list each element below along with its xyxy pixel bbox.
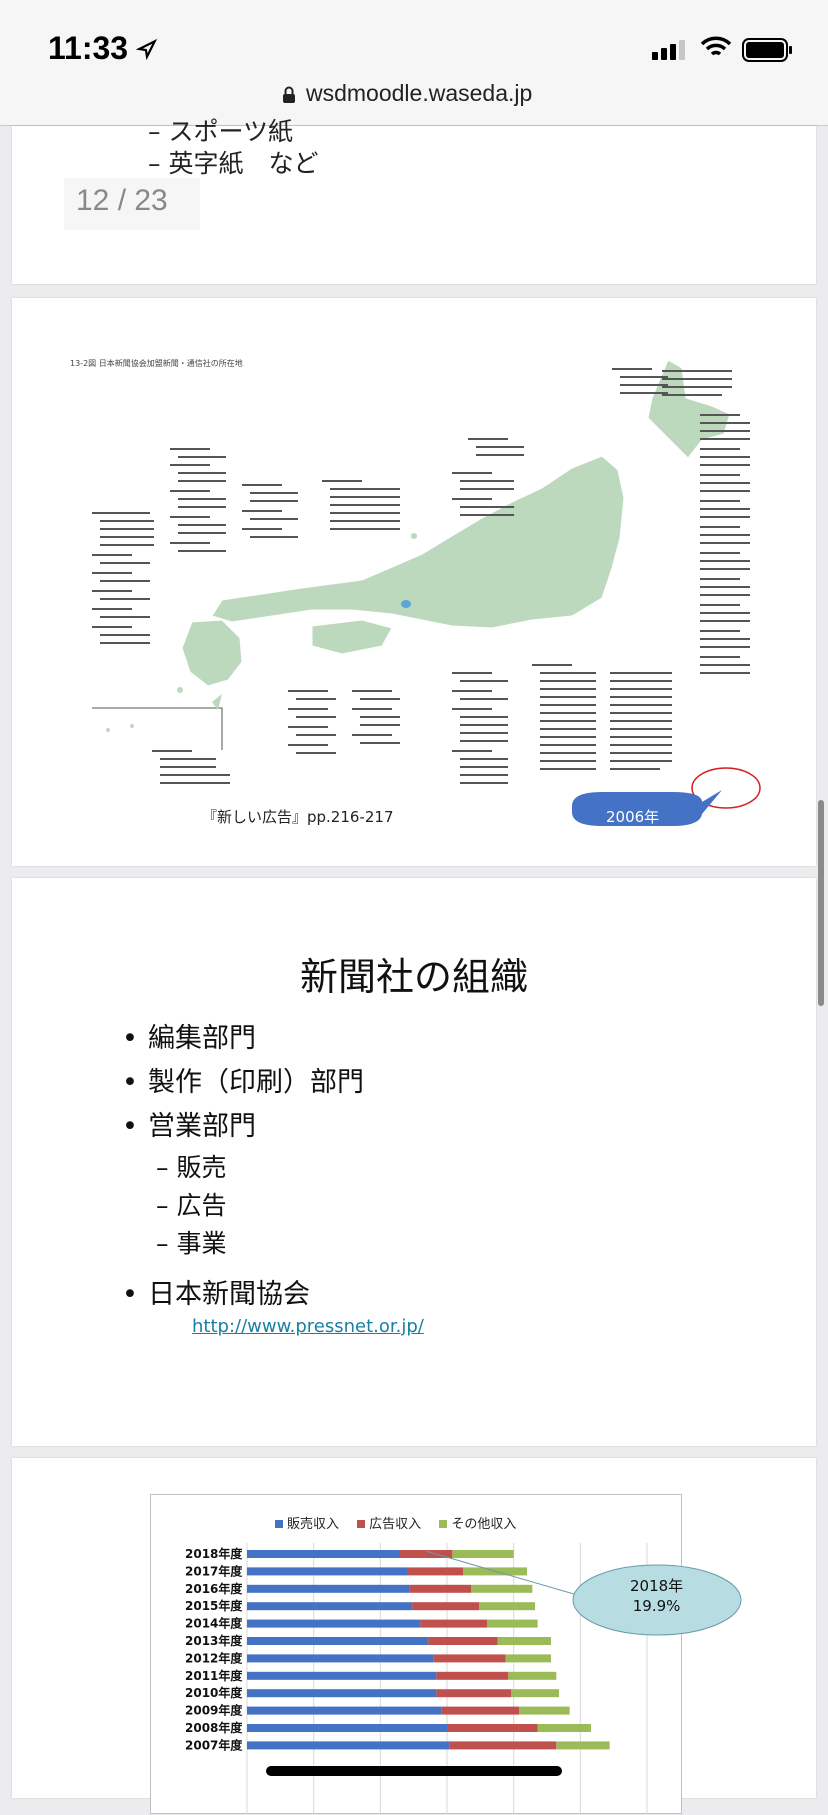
category-label: 2015年度 [185,1598,243,1613]
sub-item-advertising: – 広告 [156,1191,227,1220]
bar-segment [407,1567,463,1576]
sub-item-sales: – 販売 [156,1153,227,1182]
bullet-editorial: • 編集部門 [122,1023,256,1054]
address-bar-url[interactable]: wsdmoodle.waseda.jp [306,80,532,107]
bar-segment [511,1689,559,1698]
bar-segment [409,1584,471,1593]
bar-segment [247,1689,437,1698]
bar-segment [247,1550,399,1558]
bar-segment [247,1654,434,1663]
bar-segment [247,1602,413,1611]
pressnet-link[interactable]: http://www.pressnet.or.jp/ [192,1316,424,1337]
clock: 11:33 [48,30,129,66]
category-label: 2011年度 [185,1668,243,1683]
bar-segment [247,1724,447,1732]
text-english-paper: – 英字紙 など [148,149,319,178]
slide-revenue-chart: 販売収入 広告収入 その他収入 2018年度 2017年度 2016年度 2015年度… [12,1458,816,1815]
map-caption: 『新しい広告』pp.216-217 [202,808,394,826]
bar-segment [471,1584,533,1593]
page-indicator: 12 / 23 [64,178,200,230]
year-bubble-label: 2006年 [606,808,660,826]
category-label: 2010年度 [185,1685,243,1700]
bar-segment [247,1567,407,1576]
bar-segment [487,1619,538,1628]
bar-segment [247,1741,450,1750]
category-label: 2012年度 [185,1650,243,1665]
bar-segment [247,1706,442,1715]
cellular-signal-icon [652,40,685,60]
bar-segment [508,1671,557,1680]
home-indicator[interactable] [266,1766,562,1776]
scrollbar[interactable] [818,800,824,1006]
callout-text: 2018年 19.9% [630,1577,684,1615]
battery-icon [742,38,792,62]
bar-segment [479,1602,535,1611]
japan-map-figure [92,359,761,826]
bar-segment [441,1706,519,1715]
bar-segment [428,1637,498,1645]
location-arrow-icon [136,38,158,60]
slide-map: 13-2図 日本新聞協会加盟新聞・通信社の所在地 『新しい広告』pp.216-2… [12,298,816,866]
bar-segment [436,1671,509,1680]
bullet-business: • 営業部門 [122,1111,256,1142]
bar-segment [505,1654,551,1663]
bar-segment [247,1671,437,1680]
bullet-association: • 日本新聞協会 [122,1279,310,1310]
category-label: 2008年度 [185,1720,243,1735]
category-label: 2009年度 [185,1703,243,1718]
bar-segment [247,1584,410,1593]
browser-status-bar: 11:33 wsdmoodle.waseda.jp [0,0,828,126]
category-label: 2018年度 [185,1546,243,1561]
category-label: 2016年度 [185,1581,243,1596]
bar-segment [436,1689,511,1698]
slide-partial-top: – スポーツ紙 – 英字紙 など 12 / 23 [12,117,816,284]
wifi-icon [700,36,732,56]
bar-segment [519,1706,570,1715]
bar-segment [247,1619,421,1628]
sub-item-events: – 事業 [156,1229,227,1258]
category-label: 2017年度 [185,1563,243,1578]
category-label: 2013年度 [185,1633,243,1648]
slide-title: 新聞社の組織 [299,955,528,999]
bar-segment [412,1602,479,1611]
bar-segment [537,1724,591,1732]
bar-segment [556,1741,610,1750]
bar-segment [449,1741,557,1750]
category-label: 2014年度 [185,1616,243,1631]
bar-segment [420,1619,487,1628]
bar-segment [447,1724,538,1732]
category-label: 2007年度 [185,1737,243,1752]
bar-segment [433,1654,506,1663]
bullet-production: • 製作（印刷）部門 [122,1067,364,1098]
lock-icon [283,86,295,103]
bar-segment [247,1637,429,1645]
bar-segment [452,1550,514,1558]
bar-segment [497,1637,551,1645]
slide-organization: 新聞社の組織 • 編集部門 • 製作（印刷）部門 • 営業部門 – 販売 – 広告 –… [12,878,816,1446]
text-sports-paper: – スポーツ紙 [148,117,293,146]
